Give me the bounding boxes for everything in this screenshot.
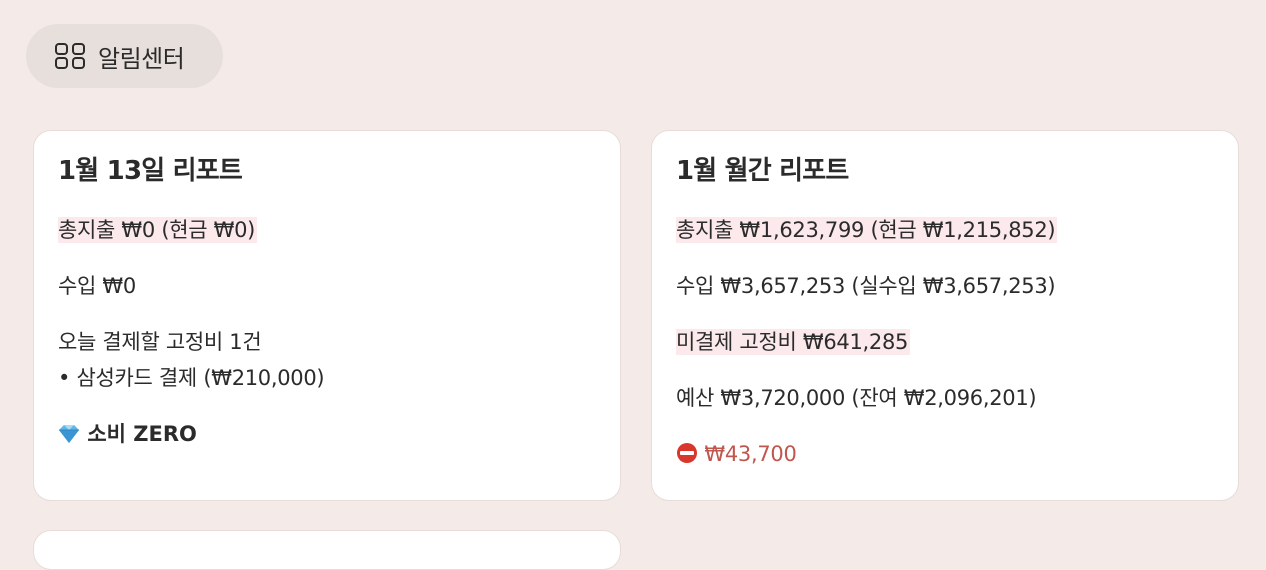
daily-income: 수입 ₩0 [58,274,136,298]
daily-report-card[interactable]: 1월 13일 리포트 총지출 ₩0 (현금 ₩0) 수입 ₩0 오늘 결제할 고… [33,130,621,501]
next-card-partial[interactable] [33,530,621,570]
monthly-report-title: 1월 월간 리포트 [676,156,849,186]
monthly-over-amount: ₩43,700 [704,442,797,466]
monthly-unpaid-fixed: 미결제 고정비 ₩641,285 [676,329,911,355]
monthly-budget: 예산 ₩3,720,000 (잔여 ₩2,096,201) [676,386,1037,410]
daily-fixed-item: • 삼성카드 결제 (₩210,000) [58,366,325,390]
notification-center-header[interactable]: 알림센터 [26,24,223,88]
daily-zero-row: 소비 ZERO [58,419,596,449]
no-entry-icon [676,442,704,466]
daily-zero-label: 소비 ZERO [87,422,197,446]
daily-report-title: 1월 13일 리포트 [58,156,243,186]
monthly-income: 수입 ₩3,657,253 (실수입 ₩3,657,253) [676,274,1056,298]
header-title: 알림센터 [98,44,185,73]
monthly-over-budget-row: ₩43,700 [676,439,1214,469]
monthly-total-spend: 총지출 ₩1,623,799 (현금 ₩1,215,852) [676,217,1058,243]
grid-icon [54,42,86,70]
diamond-icon [58,422,87,446]
daily-total-spend: 총지출 ₩0 (현금 ₩0) [58,217,258,243]
daily-fixed-today: 오늘 결제할 고정비 1건 [58,330,262,354]
monthly-report-card[interactable]: 1월 월간 리포트 총지출 ₩1,623,799 (현금 ₩1,215,852)… [651,130,1239,501]
